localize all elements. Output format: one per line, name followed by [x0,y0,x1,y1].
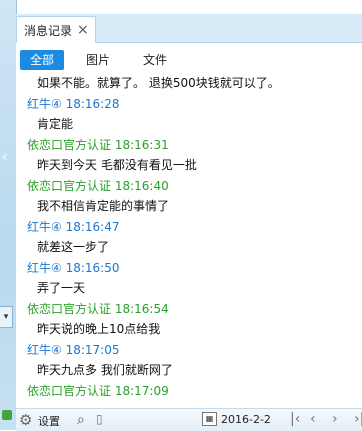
message-sender-line: 依恋口官方认证 18:16:31 [27,137,169,152]
tab-bar: 消息记录 × [16,14,362,43]
status-icon [2,410,12,420]
message-sender-line: 依恋口官方认证 18:17:09 [27,383,169,398]
message-sender-line: 依恋口官方认证 18:16:54 [27,301,169,316]
page-icon[interactable]: ▯ [96,412,103,426]
bottom-toolbar: ⚙ 设置 ⌕ ▯ ▦ 2016-2-2 |‹ ‹ › ›| [16,408,362,431]
filter-files-button[interactable]: 文件 [133,50,177,70]
prev-page-icon[interactable]: ‹ [310,410,316,428]
close-icon[interactable]: × [77,23,89,37]
message-text: 肯定能 [37,117,74,131]
message-sender-line: 依恋口官方认证 18:16:40 [27,178,169,193]
message-sender-line: 红牛④ 18:16:28 [27,96,120,111]
message-text: 如果不能。就算了。 退换500块钱就可以了。 [37,76,280,90]
message-text: 昨天到今天 毛都没有看见一批 [37,158,197,172]
dropdown-arrow-icon[interactable]: ▾ [0,306,13,328]
filter-images-button[interactable]: 图片 [76,50,120,70]
tab-label: 消息记录 [24,23,73,38]
filter-bar: 全部 图片 文件 [16,43,362,73]
left-panel-strip: ‹ ▾ [0,0,17,430]
message-text: 昨天说的晚上10点给我 [37,322,161,336]
calendar-icon[interactable]: ▦ [202,412,217,426]
date-field[interactable]: 2016-2-2 [221,413,271,426]
message-sender-line: 红牛④ 18:16:50 [27,260,120,275]
filter-all-button[interactable]: 全部 [20,50,65,70]
chevron-left-icon[interactable]: ‹ [2,150,8,164]
settings-button[interactable]: 设置 [38,413,60,429]
message-text: 我不相信肯定能的事情了 [37,199,170,213]
first-page-icon[interactable]: |‹ [290,410,300,428]
last-page-icon[interactable]: ›| [354,410,362,428]
message-sender-line: 红牛④ 18:17:05 [27,342,120,357]
message-list[interactable]: 如果不能。就算了。 退换500块钱就可以了。红牛④ 18:16:28 肯定能依恋口… [16,73,362,408]
message-sender-line: 红牛④ 18:16:47 [27,219,120,234]
tab-message-history[interactable]: 消息记录 × [16,16,96,43]
search-icon[interactable]: ⌕ [77,411,85,429]
message-text: 昨天九点多 我们就断网了 [37,363,173,377]
gear-icon[interactable]: ⚙ [19,411,32,429]
message-text: 就差这一步了 [37,240,110,254]
next-page-icon[interactable]: › [332,410,338,428]
message-text: 弄了一天 [37,281,86,295]
